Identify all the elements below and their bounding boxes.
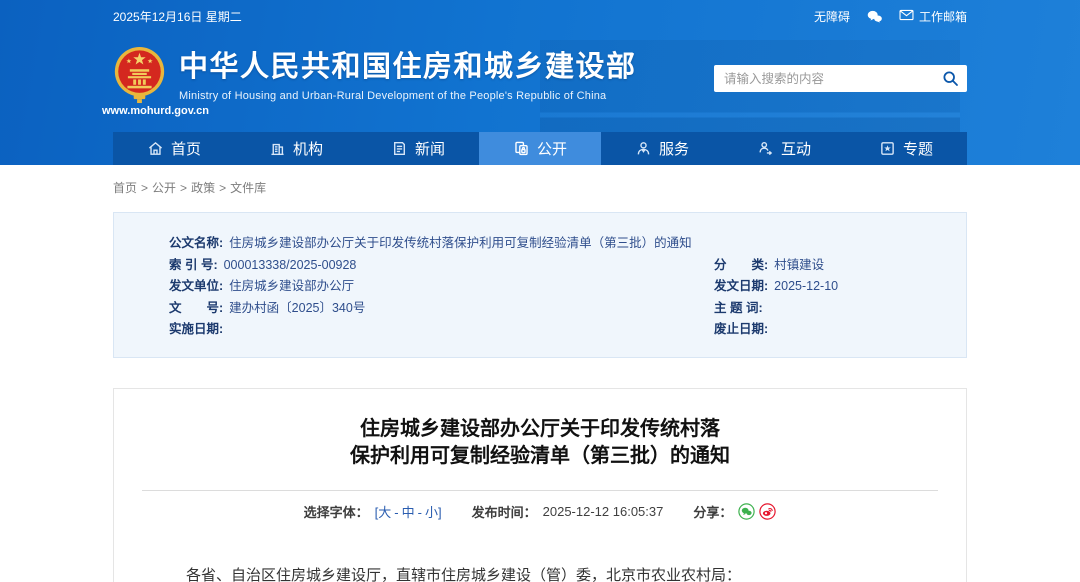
meta-label: 分 类:	[714, 258, 768, 272]
meta-value: 村镇建设	[774, 258, 824, 272]
meta-label: 公文名称:	[169, 236, 223, 250]
meta-label: 主 题 词:	[714, 301, 763, 315]
nav-item-disclosure[interactable]: 公开	[479, 132, 601, 165]
meta-label: 实施日期:	[169, 322, 223, 336]
primary-nav: 首页 机构 新闻	[113, 132, 967, 165]
meta-row-index-number: 索 引 号: 000013338/2025-00928	[169, 255, 681, 277]
font-size-medium-button[interactable]: 中	[402, 505, 415, 520]
meta-label: 发文单位:	[169, 279, 223, 293]
font-size-large-button[interactable]: 大	[378, 505, 391, 520]
mailbox-label: 工作邮箱	[919, 8, 967, 25]
breadcrumb-library[interactable]: 文件库	[230, 181, 266, 195]
nav-label: 新闻	[415, 138, 445, 159]
current-date: 2025年12月16日 星期二	[113, 8, 242, 25]
publish-time-value: 2025-12-12 16:05:37	[543, 504, 664, 519]
nav-item-topics[interactable]: 专题	[845, 132, 967, 165]
weibo-share-icon[interactable]	[759, 503, 776, 520]
site-url: www.mohurd.gov.cn	[102, 105, 209, 117]
meta-label: 索 引 号:	[169, 258, 218, 272]
share-label: 分享：	[693, 502, 732, 521]
service-icon	[635, 140, 652, 157]
top-utility-bar: 2025年12月16日 星期二 无障碍	[113, 0, 967, 33]
site-brand[interactable]: 中华人民共和国住房和城乡建设部 Ministry of Housing and …	[113, 33, 637, 104]
meta-label: 文 号:	[169, 301, 223, 315]
publish-time-label: 发布时间：	[472, 502, 537, 521]
nav-label: 互动	[781, 138, 811, 159]
nav-label: 专题	[903, 138, 933, 159]
meta-value: 000013338/2025-00928	[224, 258, 357, 272]
nav-item-news[interactable]: 新闻	[357, 132, 479, 165]
disclosure-icon	[513, 140, 530, 157]
bracket-close: ]	[438, 505, 442, 520]
site-header: 2025年12月16日 星期二 无障碍	[0, 0, 1080, 165]
breadcrumb: 首页 > 公开 > 政策 > 文件库	[113, 179, 967, 196]
meta-row-doc-name: 公文名称:住房城乡建设部办公厅关于印发传统村落保护利用可复制经验清单（第三批）的…	[169, 233, 681, 255]
font-size-separator: -	[418, 505, 422, 520]
nav-item-organization[interactable]: 机构	[235, 132, 357, 165]
meta-row-issuing-unit: 发文单位: 住房城乡建设部办公厅	[169, 276, 681, 298]
nav-item-home[interactable]: 首页	[113, 132, 235, 165]
wechat-icon[interactable]	[866, 9, 883, 24]
header-main: 中华人民共和国住房和城乡建设部 Ministry of Housing and …	[113, 33, 967, 132]
breadcrumb-separator: >	[219, 181, 226, 195]
nav-label: 首页	[171, 138, 201, 159]
meta-row-implementation-date: 实施日期:	[169, 319, 681, 341]
meta-label: 发文日期:	[714, 279, 768, 293]
meta-row-category: 分 类: 村镇建设	[714, 255, 966, 277]
nav-label: 服务	[659, 138, 689, 159]
article-meta-row: 选择字体： [大-中-小] 发布时间： 2025-12-12 16:05:37 …	[114, 502, 966, 521]
meta-value: 住房城乡建设部办公厅关于印发传统村落保护利用可复制经验清单（第三批）的通知	[229, 236, 692, 250]
meta-column-right: 分 类: 村镇建设 发文日期: 2025-12-10 主 题 词: 废止日期:	[681, 233, 966, 341]
meta-column-left: 公文名称:住房城乡建设部办公厅关于印发传统村落保护利用可复制经验清单（第三批）的…	[114, 233, 681, 341]
mail-icon	[899, 9, 914, 24]
news-icon	[391, 140, 408, 157]
site-subtitle-en: Ministry of Housing and Urban-Rural Deve…	[179, 90, 637, 102]
font-size-separator: -	[394, 505, 398, 520]
work-mailbox-link[interactable]: 工作邮箱	[899, 8, 967, 25]
meta-row-issue-date: 发文日期: 2025-12-10	[714, 276, 966, 298]
nav-item-service[interactable]: 服务	[601, 132, 723, 165]
article-card: 住房城乡建设部办公厅关于印发传统村落 保护利用可复制经验清单（第三批）的通知 选…	[113, 388, 967, 582]
meta-value: 建办村函〔2025〕340号	[229, 301, 365, 315]
breadcrumb-home[interactable]: 首页	[113, 181, 137, 195]
breadcrumb-policy[interactable]: 政策	[191, 181, 215, 195]
title-divider	[142, 490, 938, 491]
search-icon[interactable]	[941, 70, 959, 88]
interaction-icon	[757, 140, 774, 157]
meta-row-repeal-date: 废止日期:	[714, 319, 966, 341]
breadcrumb-separator: >	[180, 181, 187, 195]
meta-value: 2025-12-10	[774, 279, 838, 293]
meta-label: 废止日期:	[714, 322, 768, 336]
organization-icon	[269, 140, 286, 157]
china-national-emblem-icon	[113, 46, 166, 104]
breadcrumb-disclosure[interactable]: 公开	[152, 181, 176, 195]
nav-label: 公开	[537, 138, 567, 159]
wechat-share-icon[interactable]	[738, 503, 755, 520]
meta-value: 住房城乡建设部办公厅	[229, 279, 354, 293]
share-icons	[738, 503, 776, 520]
breadcrumb-separator: >	[141, 181, 148, 195]
document-meta-box: 公文名称: 住房城乡建设部办公厅关于印发传统村落保护利用可复制经验清单（第三批）的…	[113, 212, 967, 358]
search-area	[714, 65, 967, 92]
site-title: 中华人民共和国住房和城乡建设部	[179, 50, 637, 84]
search-input[interactable]	[724, 72, 941, 86]
topics-icon	[879, 140, 896, 157]
article-title-line1: 住房城乡建设部办公厅关于印发传统村落	[360, 418, 720, 440]
meta-spacer	[714, 233, 966, 255]
font-size-selector: [大-中-小]	[375, 502, 442, 521]
accessibility-link[interactable]: 无障碍	[814, 8, 850, 25]
search-box	[714, 65, 967, 92]
meta-row-doc-number: 文 号: 建办村函〔2025〕340号	[169, 298, 681, 320]
nav-item-interaction[interactable]: 互动	[723, 132, 845, 165]
article-title: 住房城乡建设部办公厅关于印发传统村落 保护利用可复制经验清单（第三批）的通知	[114, 416, 966, 470]
meta-row-subject-words: 主 题 词:	[714, 298, 966, 320]
article-title-line2: 保护利用可复制经验清单（第三批）的通知	[350, 445, 730, 467]
accessibility-label: 无障碍	[814, 8, 850, 25]
article-body-paragraph: 各省、自治区住房城乡建设厅，直辖市住房城乡建设（管）委，北京市农业农村局：	[114, 563, 966, 582]
font-size-label: 选择字体：	[304, 502, 369, 521]
nav-label: 机构	[293, 138, 323, 159]
home-icon	[147, 140, 164, 157]
font-size-small-button[interactable]: 小	[425, 505, 438, 520]
